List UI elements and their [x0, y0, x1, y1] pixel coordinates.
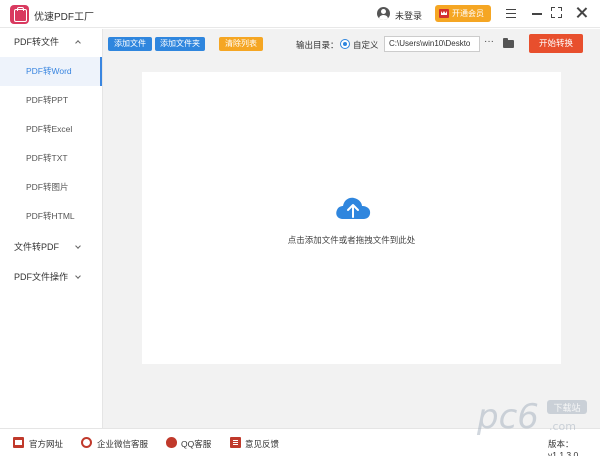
sidebar-group-label: 文件转PDF — [14, 242, 60, 252]
sidebar-item-pdf-to-ppt[interactable]: PDF转PPT — [0, 86, 102, 115]
chevron-up-icon — [75, 40, 81, 46]
vip-icon — [439, 9, 449, 18]
website-link[interactable]: 官方网址 — [29, 438, 63, 450]
watermark-logo: pc6 下载站 .com — [476, 397, 587, 437]
minimize-icon[interactable] — [532, 13, 542, 15]
drop-hint-text: 点击添加文件或者拖拽文件到此处 — [287, 235, 416, 245]
sidebar-item-pdf-to-html[interactable]: PDF转HTML — [0, 202, 102, 231]
app-title: 优速PDF工厂 — [34, 12, 94, 23]
toolbar: 添加文件 添加文件夹 清除列表 输出目录： 自定义 C:\Users\win10… — [103, 29, 600, 59]
menu-icon[interactable] — [506, 9, 516, 18]
sidebar-item-pdf-to-txt[interactable]: PDF转TXT — [0, 144, 102, 173]
custom-radio-label: 自定义 — [353, 40, 379, 50]
login-link[interactable]: 未登录 — [395, 9, 422, 22]
feedback-icon[interactable] — [230, 437, 241, 448]
cloud-upload-icon — [336, 197, 371, 219]
vip-label: 开通会员 — [452, 9, 484, 18]
app-logo-icon — [10, 5, 29, 24]
sidebar-group-pdf-operations[interactable]: PDF文件操作 — [0, 264, 102, 290]
watermark-text: pc6 — [476, 397, 539, 437]
chevron-down-icon — [75, 243, 81, 249]
output-path-field[interactable]: C:\Users\win10\Deskto — [384, 36, 480, 52]
sidebar-group-label: PDF转文件 — [14, 37, 60, 47]
website-icon[interactable] — [13, 437, 24, 448]
sidebar-item-pdf-to-excel[interactable]: PDF转Excel — [0, 115, 102, 144]
folder-icon[interactable] — [503, 38, 514, 48]
watermark-domain: .com — [549, 420, 576, 433]
wechat-icon[interactable] — [81, 437, 92, 448]
sidebar-item-pdf-to-word[interactable]: PDF转Word — [0, 57, 102, 86]
close-icon[interactable] — [575, 6, 588, 19]
qq-icon[interactable] — [166, 437, 177, 448]
vip-button[interactable]: 开通会员 — [435, 5, 491, 22]
sidebar-item-pdf-to-image[interactable]: PDF转图片 — [0, 173, 102, 202]
maximize-icon[interactable] — [551, 7, 562, 18]
output-dir-label: 输出目录： — [296, 40, 339, 50]
chevron-down-icon — [75, 273, 81, 279]
user-icon[interactable] — [377, 7, 390, 20]
title-bar: 优速PDF工厂 未登录 开通会员 — [0, 0, 600, 28]
add-folder-button[interactable]: 添加文件夹 — [155, 37, 205, 51]
sidebar-group-label: PDF文件操作 — [14, 272, 69, 282]
file-drop-zone[interactable]: 点击添加文件或者拖拽文件到此处 — [142, 72, 561, 364]
qq-support-link[interactable]: QQ客服 — [181, 438, 211, 450]
feedback-link[interactable]: 意见反馈 — [245, 438, 279, 450]
custom-radio[interactable] — [340, 39, 350, 49]
start-convert-button[interactable]: 开始转换 — [529, 34, 583, 53]
clear-list-button[interactable]: 清除列表 — [219, 37, 263, 51]
sidebar-group-pdf-to-file[interactable]: PDF转文件 — [0, 29, 102, 55]
browse-more-button[interactable]: ··· — [484, 36, 494, 47]
add-file-button[interactable]: 添加文件 — [108, 37, 152, 51]
wechat-support-link[interactable]: 企业微信客服 — [97, 438, 148, 450]
sidebar-group-file-to-pdf[interactable]: 文件转PDF — [0, 234, 102, 260]
sidebar: PDF转文件 PDF转Word PDF转PPT PDF转Excel PDF转TX… — [0, 29, 103, 428]
watermark-sub: 下载站 — [553, 402, 580, 414]
